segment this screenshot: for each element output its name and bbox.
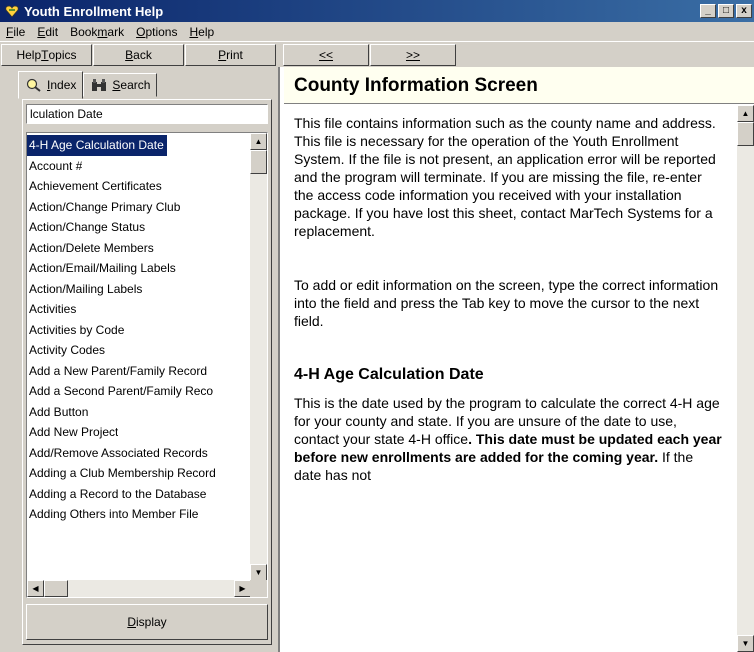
maximize-button[interactable]: □ (718, 4, 734, 18)
scroll-left-arrow-icon[interactable]: ◀ (27, 580, 44, 597)
next-topic-button[interactable]: >> (370, 43, 456, 66)
topic-subheading: 4-H Age Calculation Date (294, 366, 484, 383)
topic-paragraph: This is the date used by the program to … (294, 395, 722, 483)
index-list-item[interactable]: Action/Email/Mailing Labels (27, 258, 252, 279)
index-list-item[interactable]: Add Button (27, 402, 252, 423)
index-listbox[interactable]: 4-H Age Calculation Date Account # Achieve… (26, 132, 268, 598)
menu-bookmark[interactable]: Bookmark (64, 25, 130, 39)
index-list-item-label: Activities by Code (29, 322, 125, 337)
index-list-item[interactable]: Activities by Code (27, 320, 252, 341)
toolbar: Help Topics Back Print << >> (0, 41, 754, 67)
index-list-item-label: Action/Email/Mailing Labels (29, 261, 176, 275)
nav-tabs: Index Search (18, 71, 158, 99)
back-button[interactable]: Back (93, 43, 184, 66)
topic-title: County Information Screen (284, 67, 754, 104)
index-list-item-label: Action/Mailing Labels (29, 281, 143, 296)
index-list-item-label: Adding a Club Membership Record (29, 466, 216, 480)
menu-bar: File Edit Bookmark Options Help (0, 22, 754, 41)
scroll-up-arrow-icon[interactable]: ▲ (737, 105, 754, 122)
minimize-button[interactable]: _ (700, 4, 716, 18)
index-list-item[interactable]: Action/Mailing Labels (27, 279, 252, 300)
index-list-item[interactable]: Account # (27, 156, 252, 177)
index-list-item[interactable]: Action/Change Primary Club (27, 197, 252, 218)
index-list-item-label: Action/Change Status (29, 220, 146, 234)
index-list-item[interactable]: Add/Remove Associated Records (27, 443, 252, 464)
print-button[interactable]: Print (185, 43, 276, 66)
title-bar: Youth Enrollment Help _ □ x (0, 0, 754, 22)
horizontal-scrollbar[interactable]: ◀ ▶ (27, 580, 251, 597)
index-list-item-label: Adding Others into Member File (29, 507, 199, 521)
index-list-item[interactable]: Achievement Certificates (27, 176, 252, 197)
menu-file[interactable]: File (0, 25, 31, 39)
index-list-item[interactable]: Add New Project (27, 422, 252, 443)
horizontal-scroll-thumb[interactable] (44, 580, 68, 597)
tab-search[interactable]: Search (83, 73, 158, 97)
menu-help[interactable]: Help (183, 25, 220, 39)
index-list-item[interactable]: 4-H Age Calculation Date (27, 135, 252, 156)
topic-vertical-scrollbar[interactable]: ▲ ▼ (737, 105, 754, 652)
close-button[interactable]: x (736, 4, 752, 18)
topic-paragraph: This file contains information such as t… (294, 115, 716, 239)
index-list-item[interactable]: Adding a Record to the Database (27, 484, 252, 505)
help-topics-button[interactable]: Help Topics (1, 43, 92, 66)
index-list-item[interactable]: Adding a Club Membership Record (27, 463, 252, 484)
index-list-item-label: Achievement Certificates (29, 179, 162, 193)
index-list-item[interactable]: Add a Second Parent/Family Reco (27, 381, 252, 402)
menu-options[interactable]: Options (130, 25, 183, 39)
binoculars-icon (92, 79, 107, 91)
scroll-down-arrow-icon[interactable]: ▼ (737, 635, 754, 652)
scroll-thumb[interactable] (250, 150, 267, 174)
index-list-item[interactable]: Action/Delete Members (27, 238, 252, 259)
index-list-item[interactable]: Add a New Parent/Family Record (27, 361, 252, 382)
magnifier-icon (26, 78, 41, 92)
index-list-item-label: 4-H Age Calculation Date (27, 135, 167, 156)
topic-pane: County Information Screen This file cont… (284, 67, 754, 652)
index-list-item-label: Add/Remove Associated Records (29, 445, 208, 460)
index-list-item-label: Add New Project (29, 425, 119, 439)
index-list-item-label: Add a New Parent/Family Record (29, 363, 208, 378)
scroll-right-arrow-icon[interactable]: ▶ (234, 580, 251, 597)
index-list-item[interactable]: Adding Others into Member File (27, 504, 252, 525)
window-title: Youth Enrollment Help (24, 3, 164, 19)
topic-paragraph: To add or edit information on the screen… (294, 277, 719, 329)
index-search-input[interactable]: lculation Date (26, 104, 268, 124)
index-list-item-label: Action/Change Primary Club (29, 199, 181, 214)
index-list-item-label: Add a Second Parent/Family Reco (29, 384, 214, 398)
topic-content: This file contains information such as t… (284, 105, 734, 652)
tab-index[interactable]: Index (18, 71, 84, 99)
display-button[interactable]: Display (26, 604, 268, 640)
navigation-pane: Index Search lculation Date 4-H Age Calc… (0, 67, 280, 652)
index-list-item-label: Action/Delete Members (29, 240, 154, 255)
scroll-up-arrow-icon[interactable]: ▲ (250, 133, 267, 150)
index-list: 4-H Age Calculation Date Account # Achieve… (27, 135, 252, 525)
index-list-item-label: Activities (29, 302, 77, 316)
vertical-scrollbar[interactable]: ▲ ▼ (250, 133, 267, 581)
previous-topic-button[interactable]: << (283, 43, 369, 66)
index-list-item[interactable]: Activities (27, 299, 252, 320)
app-icon (5, 5, 19, 18)
index-list-item[interactable]: Activity Codes (27, 340, 252, 361)
index-panel: lculation Date 4-H Age Calculation Date A… (22, 99, 272, 645)
index-list-item-label: Activity Codes (29, 343, 106, 357)
scroll-corner (250, 580, 267, 597)
index-list-item-label: Adding a Record to the Database (29, 486, 207, 501)
scroll-thumb[interactable] (737, 122, 754, 146)
index-list-item[interactable]: Action/Change Status (27, 217, 252, 238)
menu-edit[interactable]: Edit (31, 25, 64, 39)
scroll-down-arrow-icon[interactable]: ▼ (250, 564, 267, 581)
index-list-item-label: Add Button (29, 404, 89, 419)
index-list-item-label: Account # (29, 158, 83, 173)
